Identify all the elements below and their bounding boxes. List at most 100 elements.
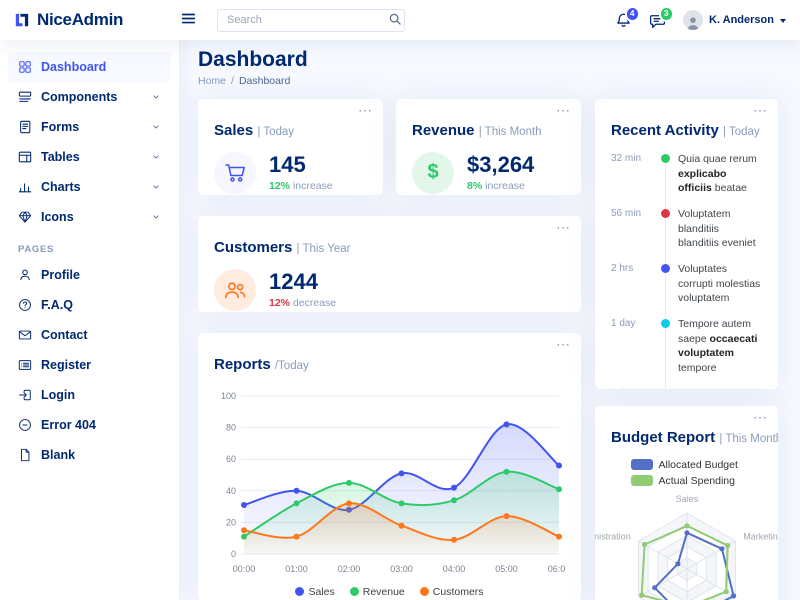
sidebar-nav-main: Dashboard Components Forms Tables Charts Icon…	[8, 52, 171, 232]
card-list-icon	[18, 358, 32, 372]
sidebar-item-label: Contact	[41, 328, 88, 342]
search-input[interactable]	[217, 9, 405, 32]
sidebar-item-forms[interactable]: Forms	[8, 112, 171, 142]
legend-dot-icon	[420, 587, 429, 596]
activity-time: 56 min	[611, 207, 653, 251]
svg-text:0: 0	[231, 549, 236, 559]
sidebar-item-label: Forms	[41, 120, 79, 134]
delta-percent: 12%	[269, 297, 290, 309]
notifications-badge: 4	[625, 6, 640, 22]
people-icon	[214, 269, 256, 311]
activity-dot-icon	[661, 264, 670, 273]
file-icon	[18, 448, 32, 462]
legend-label: Sales	[308, 586, 334, 598]
legend-item-actual-spending[interactable]: Actual Spending	[631, 475, 743, 487]
question-circle-icon	[18, 298, 32, 312]
app-logo[interactable]: NiceAdmin	[0, 10, 176, 30]
legend-item-revenue[interactable]: Revenue	[350, 586, 405, 598]
legend-label: Revenue	[363, 586, 405, 598]
dollar-glyph: $	[427, 161, 438, 184]
sidebar-nav-pages: ProfileF.A.Q Contact RegisterLoginError 40…	[8, 260, 171, 470]
legend-label: Allocated Budget	[659, 459, 738, 471]
sidebar-item-profile[interactable]: Profile	[8, 260, 171, 290]
sidebar-item-label: Tables	[41, 150, 80, 164]
header-nav: 4 3 K. Anderson	[615, 10, 786, 30]
reports-card: Reports /Today 02040608010000:0001:0002:…	[198, 333, 581, 600]
search-button[interactable]	[388, 12, 402, 29]
dollar-icon: $	[412, 152, 454, 194]
sidebar-item-error-404[interactable]: Error 404	[8, 410, 171, 440]
sidebar-item-contact[interactable]: Contact	[8, 320, 171, 350]
customers-card: Customers | This Year 1244 12%	[198, 216, 581, 312]
card-options-icon[interactable]	[556, 101, 571, 121]
breadcrumb-home[interactable]: Home	[198, 75, 226, 87]
sidebar-item-tables[interactable]: Tables	[8, 142, 171, 172]
activity-text: Voluptatem blanditiis blanditiis eveniet	[678, 207, 762, 251]
sidebar-item-login[interactable]: Login	[8, 380, 171, 410]
svg-text:Sales: Sales	[676, 494, 699, 504]
legend-item-allocated-budget[interactable]: Allocated Budget	[631, 459, 743, 471]
search-icon	[388, 12, 402, 26]
revenue-card: Revenue | This Month $ $3,264 8% increas…	[396, 99, 581, 195]
avatar	[683, 10, 703, 30]
sidebar-item-dashboard[interactable]: Dashboard	[8, 52, 171, 82]
layout-icon	[18, 150, 32, 164]
person-icon	[18, 268, 32, 282]
legend-marker-icon	[631, 475, 653, 486]
sidebar-item-f-a-q[interactable]: F.A.Q	[8, 290, 171, 320]
card-options-icon[interactable]	[556, 218, 571, 238]
messages-button[interactable]: 3	[649, 12, 666, 29]
hamburger-icon	[180, 10, 197, 27]
activity-text: Quia quae rerum explicabo officiis beata…	[678, 152, 762, 196]
chevron-down-icon	[780, 19, 786, 23]
metric-value: 145	[269, 153, 333, 177]
activity-item: 2 daysEst sit eum reiciendis exercitatio…	[611, 387, 762, 389]
legend-item-customers[interactable]: Customers	[420, 586, 484, 598]
journal-icon	[18, 120, 32, 134]
card-options-icon[interactable]	[753, 101, 768, 121]
activity-item: 56 min Voluptatem blanditiis blanditiis e…	[611, 207, 762, 251]
card-options-icon[interactable]	[556, 335, 571, 355]
sidebar-item-label: Blank	[41, 448, 75, 462]
budget-radar-chart: SalesAdministrationInformation Technolog…	[595, 489, 778, 600]
svg-text:06:00: 06:00	[548, 564, 565, 574]
chevron-down-icon	[151, 92, 161, 102]
legend-dot-icon	[350, 587, 359, 596]
sidebar-item-label: Dashboard	[41, 60, 106, 74]
sidebar: Dashboard Components Forms Tables Charts Icon…	[0, 40, 180, 600]
notifications-button[interactable]: 4	[615, 12, 632, 29]
breadcrumb: Home Dashboard	[198, 75, 782, 87]
gem-icon	[18, 210, 32, 224]
activity-time: 2 hrs	[611, 262, 653, 306]
sidebar-item-register[interactable]: Register	[8, 350, 171, 380]
breadcrumb-separator	[231, 75, 234, 87]
reports-chart-legend: Sales Revenue Customers	[214, 586, 565, 598]
svg-text:Administration: Administration	[595, 531, 631, 541]
card-period: | Today	[723, 126, 760, 138]
card-options-icon[interactable]	[753, 408, 768, 428]
cart-icon	[224, 162, 246, 184]
sidebar-item-charts[interactable]: Charts	[8, 172, 171, 202]
delta-percent: 12%	[269, 180, 290, 192]
sidebar-toggle-button[interactable]	[178, 8, 199, 32]
envelope-icon	[18, 328, 32, 342]
legend-label: Actual Spending	[659, 475, 735, 487]
sidebar-item-blank[interactable]: Blank	[8, 440, 171, 470]
svg-text:05:00: 05:00	[495, 564, 518, 574]
sidebar-pages-heading: PAGES	[18, 244, 161, 255]
metric-value: $3,264	[467, 153, 534, 177]
recent-activity-card: Recent Activity | Today 32 minQuia quae …	[595, 99, 778, 389]
sidebar-item-label: Icons	[41, 210, 74, 224]
user-name: K. Anderson	[709, 14, 774, 26]
profile-menu[interactable]: K. Anderson	[683, 10, 786, 30]
activity-dot-icon	[661, 154, 670, 163]
chevron-down-icon	[151, 182, 161, 192]
sidebar-item-icons[interactable]: Icons	[8, 202, 171, 232]
legend-item-sales[interactable]: Sales	[295, 586, 334, 598]
logo-text: NiceAdmin	[37, 10, 123, 30]
sidebar-item-components[interactable]: Components	[8, 82, 171, 112]
card-options-icon[interactable]	[358, 101, 373, 121]
card-title: Recent Activity	[611, 122, 719, 139]
card-period: | This Month	[719, 433, 778, 445]
search-form	[217, 9, 405, 32]
